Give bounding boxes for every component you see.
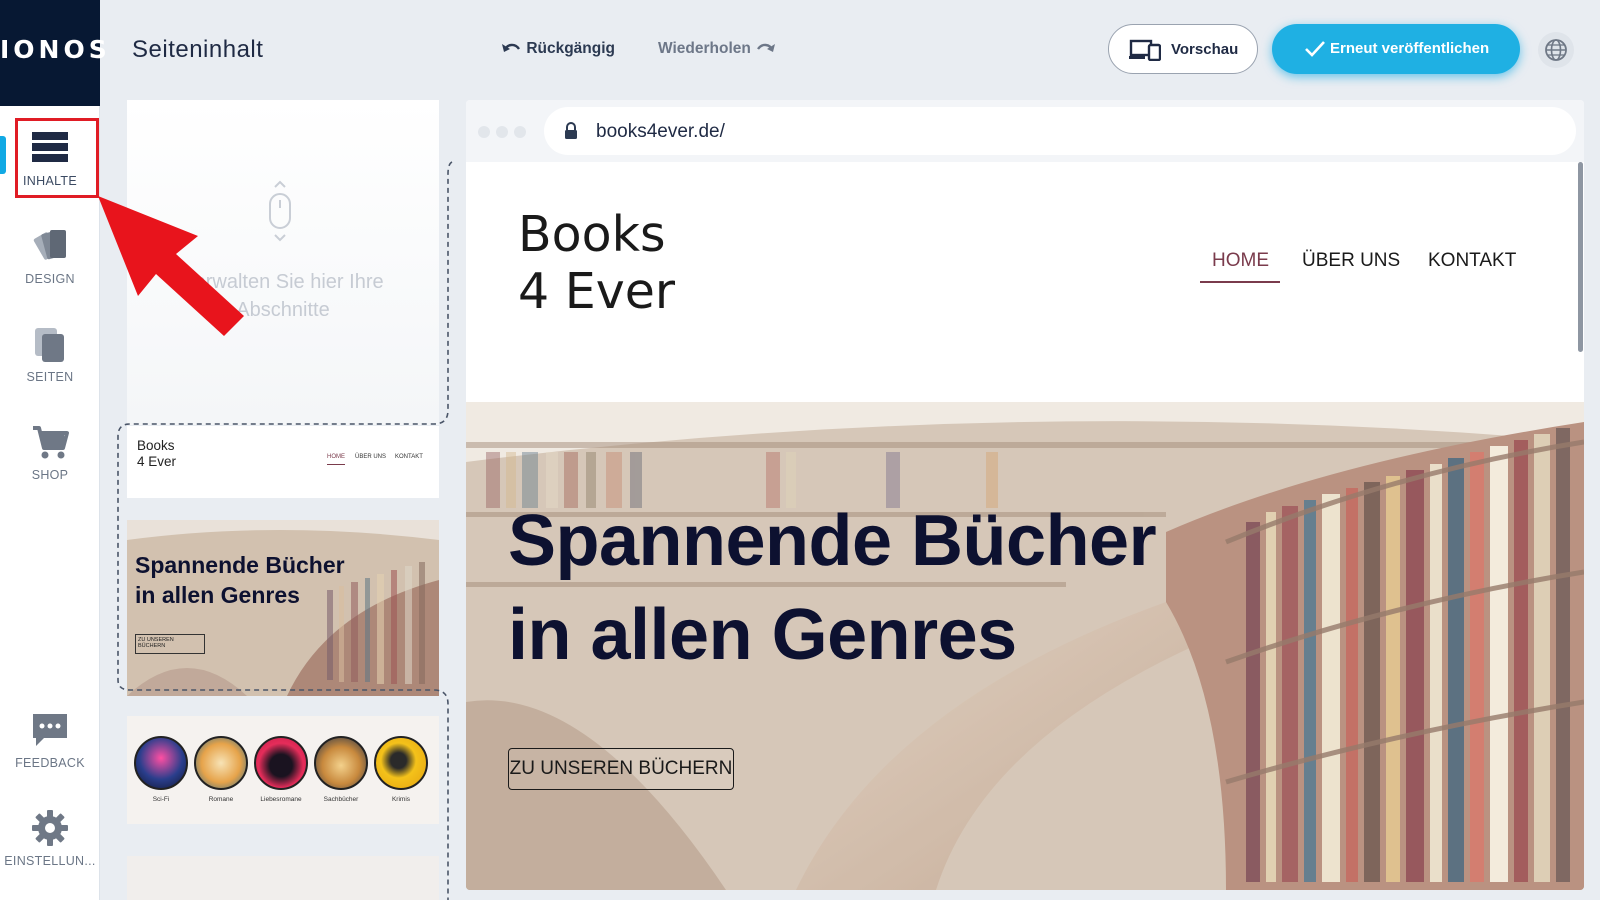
category-label: Sachbücher <box>323 796 359 803</box>
thumb-hero-button-line: BÜCHERN <box>138 643 166 649</box>
site-header-section[interactable]: Books 4 Ever HOME ÜBER UNS KONTAKT <box>466 162 1584 402</box>
category-image <box>314 736 368 790</box>
sidebar-item-label: EINSTELLUN... <box>4 854 96 868</box>
section-thumb-hero[interactable]: Spannende Bücher in allen Genres ZU UNSE… <box>127 520 439 696</box>
annotation-arrow-icon <box>98 196 244 336</box>
thumb-hero-line: Spannende Bücher <box>135 552 345 578</box>
section-thumb-header[interactable]: Books 4 Ever HOME ÜBER UNS KONTAKT <box>127 426 439 498</box>
hero-title-line: in allen Genres <box>508 595 1017 675</box>
category-romane: Romane <box>193 736 249 803</box>
hero-title-line: Spannende Bücher <box>508 501 1157 581</box>
window-dot <box>496 126 508 138</box>
sidebar-item-label: FEEDBACK <box>15 756 85 770</box>
hero-cta-button[interactable]: ZU UNSEREN BÜCHERN <box>508 748 734 790</box>
scroll-mouse-icon <box>269 180 291 242</box>
url-text: books4ever.de/ <box>596 121 725 142</box>
sidebar-item-label: DESIGN <box>25 272 75 286</box>
thumb-logo-line: 4 Ever <box>137 454 177 469</box>
sidebar-item-feedback[interactable]: FEEDBACK <box>0 702 100 788</box>
thumb-logo-text: Books 4 Ever <box>137 438 176 470</box>
browser-preview: books4ever.de/ Books 4 Ever HOME ÜBER UN… <box>466 100 1584 890</box>
thumb-logo-line: Books <box>137 438 175 453</box>
category-label: Krimis <box>391 796 411 803</box>
sidebar-item-design[interactable]: DESIGN <box>0 218 100 304</box>
window-dot <box>514 126 526 138</box>
nav-active-underline <box>1200 281 1280 283</box>
thumb-hero-button: ZU UNSEREN BÜCHERN <box>135 634 205 654</box>
annotation-highlight-box <box>15 118 99 198</box>
category-label: Liebesromane <box>260 796 302 803</box>
website-canvas: Books 4 Ever HOME ÜBER UNS KONTAKT Spann… <box>466 162 1584 890</box>
globe-icon <box>1545 39 1567 61</box>
pages-icon <box>35 328 64 362</box>
preview-scrollbar[interactable] <box>1578 162 1583 352</box>
chat-icon <box>33 714 67 746</box>
sidebar-item-label: SHOP <box>31 468 69 482</box>
category-krimis: Krimis <box>373 736 429 803</box>
sidebar-item-einstellungen[interactable]: EINSTELLUN... <box>0 800 100 886</box>
devices-icon <box>1129 39 1161 61</box>
site-nav-about[interactable]: ÜBER UNS <box>1302 250 1400 272</box>
thumb-hero-line: in allen Genres <box>135 582 300 608</box>
category-label: Sci-Fi <box>152 796 170 803</box>
thumb-hero-title: Spannende Bücher in allen Genres <box>135 550 345 610</box>
section-thumb-next[interactable] <box>127 856 439 900</box>
preview-button[interactable]: Vorschau <box>1108 24 1258 74</box>
cart-icon <box>33 426 69 459</box>
site-logo-line: Books <box>518 206 666 263</box>
category-image <box>254 736 308 790</box>
hero-title: Spannende Bücher in allen Genres <box>508 494 1157 682</box>
site-nav-contact[interactable]: KONTAKT <box>1428 250 1516 272</box>
publish-label: Erneut veröffentlichen <box>1330 40 1490 57</box>
category-scifi: Sci-Fi <box>133 736 189 803</box>
sidebar-item-shop[interactable]: SHOP <box>0 414 100 500</box>
category-image <box>194 736 248 790</box>
category-sachbuecher: Sachbücher <box>313 736 369 803</box>
redo-button[interactable]: Wiederholen <box>658 40 777 58</box>
site-logo: Books 4 Ever <box>518 206 675 320</box>
site-hero-section[interactable]: Spannende Bücher in allen Genres ZU UNSE… <box>466 402 1584 890</box>
publish-button[interactable]: Erneut veröffentlichen <box>1272 24 1520 74</box>
page-title: Seiteninhalt <box>132 36 264 63</box>
ionos-logo: IONOS <box>0 0 107 106</box>
category-label: Romane <box>208 796 234 803</box>
redo-icon <box>757 43 776 52</box>
redo-label: Wiederholen <box>658 40 751 57</box>
browser-toolbar: books4ever.de/ <box>466 100 1584 162</box>
palette-icon <box>33 230 66 260</box>
site-nav-home[interactable]: HOME <box>1212 250 1269 272</box>
lock-icon <box>565 122 577 139</box>
sidebar-item-seiten[interactable]: SEITEN <box>0 316 100 402</box>
undo-icon <box>502 43 520 52</box>
thumb-nav-home: HOME <box>327 454 345 465</box>
checkmark-icon <box>1305 41 1325 57</box>
undo-button[interactable]: Rückgängig <box>500 40 615 58</box>
site-logo-line: 4 Ever <box>518 263 676 320</box>
preview-label: Vorschau <box>1171 41 1239 58</box>
gear-icon <box>32 810 68 846</box>
category-image <box>134 736 188 790</box>
thumb-nav-about: ÜBER UNS <box>355 454 387 460</box>
window-dot <box>478 126 490 138</box>
undo-label: Rückgängig <box>526 40 616 57</box>
thumb-nav-contact: KONTAKT <box>395 454 423 460</box>
url-bar: books4ever.de/ <box>544 107 1576 155</box>
category-image <box>374 736 428 790</box>
section-thumb-categories[interactable]: Sci-Fi Romane Liebesromane Sachbücher Kr… <box>127 716 439 824</box>
language-button[interactable] <box>1538 32 1574 68</box>
category-liebesromane: Liebesromane <box>253 736 309 803</box>
sidebar-item-label: SEITEN <box>26 370 74 384</box>
